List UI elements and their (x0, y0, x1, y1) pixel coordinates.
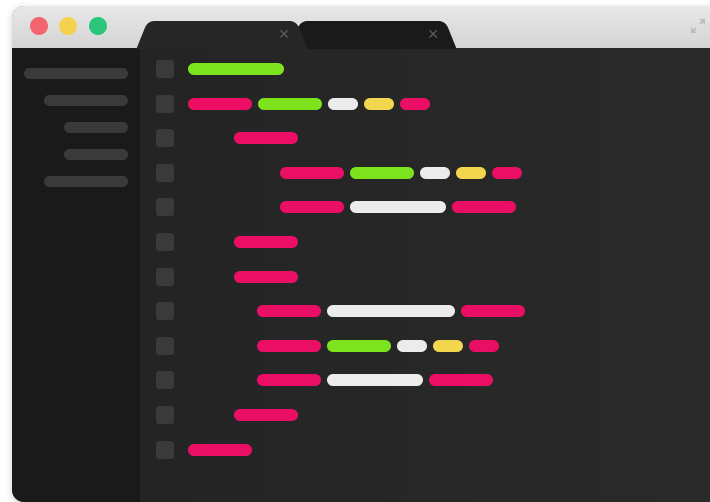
code-token (364, 97, 394, 110)
editor-window: ✕ ✕ (12, 6, 710, 502)
line-marker[interactable] (156, 198, 174, 217)
code-token (234, 132, 298, 145)
close-icon[interactable]: ✕ (278, 25, 290, 45)
sidebar (12, 48, 140, 502)
zoom-window-button[interactable] (89, 17, 107, 35)
code-token (492, 166, 522, 179)
code-token (327, 305, 455, 318)
code-token (328, 97, 358, 110)
sidebar-item[interactable] (44, 176, 128, 187)
line-marker[interactable] (156, 267, 174, 286)
line-marker[interactable] (156, 60, 174, 78)
code-token (234, 270, 298, 283)
sidebar-item[interactable] (64, 149, 128, 160)
line-marker[interactable] (156, 233, 174, 251)
line-marker[interactable] (156, 94, 174, 113)
line-marker[interactable] (156, 129, 174, 148)
sidebar-item[interactable] (44, 95, 128, 106)
code-editor[interactable] (140, 48, 710, 502)
line-marker[interactable] (156, 302, 174, 321)
code-token (257, 305, 321, 318)
code-token (188, 63, 284, 75)
code-token (469, 339, 499, 352)
close-window-button[interactable] (30, 17, 48, 35)
sidebar-item[interactable] (64, 122, 128, 133)
code-token (327, 374, 423, 387)
code-token (327, 339, 391, 352)
code-token (280, 201, 344, 214)
minimize-window-button[interactable] (59, 17, 77, 35)
line-marker[interactable] (156, 163, 174, 182)
title-bar: ✕ ✕ (12, 6, 710, 49)
line-marker[interactable] (156, 336, 174, 355)
code-token (188, 97, 252, 110)
code-token (258, 97, 322, 110)
code-token (397, 339, 427, 352)
code-token (257, 374, 321, 387)
code-token (420, 166, 450, 179)
tab-1[interactable]: ✕ (154, 21, 290, 49)
code-token (350, 166, 414, 179)
fullscreen-icon[interactable] (688, 16, 708, 36)
code-token (280, 166, 344, 179)
line-marker[interactable] (156, 371, 174, 390)
line-marker[interactable] (156, 406, 174, 424)
code-token (350, 201, 446, 214)
code-token (433, 339, 463, 352)
tab-2[interactable]: ✕ (307, 21, 439, 49)
code-token (456, 166, 486, 179)
code-token (452, 201, 516, 214)
code-token (257, 339, 321, 352)
code-token (188, 443, 252, 456)
code-token (234, 409, 298, 421)
line-marker[interactable] (156, 440, 174, 459)
code-token (461, 305, 525, 318)
close-icon[interactable]: ✕ (427, 25, 439, 45)
sidebar-item[interactable] (24, 68, 128, 79)
code-token (234, 236, 298, 248)
code-token (429, 374, 493, 387)
code-token (400, 97, 430, 110)
